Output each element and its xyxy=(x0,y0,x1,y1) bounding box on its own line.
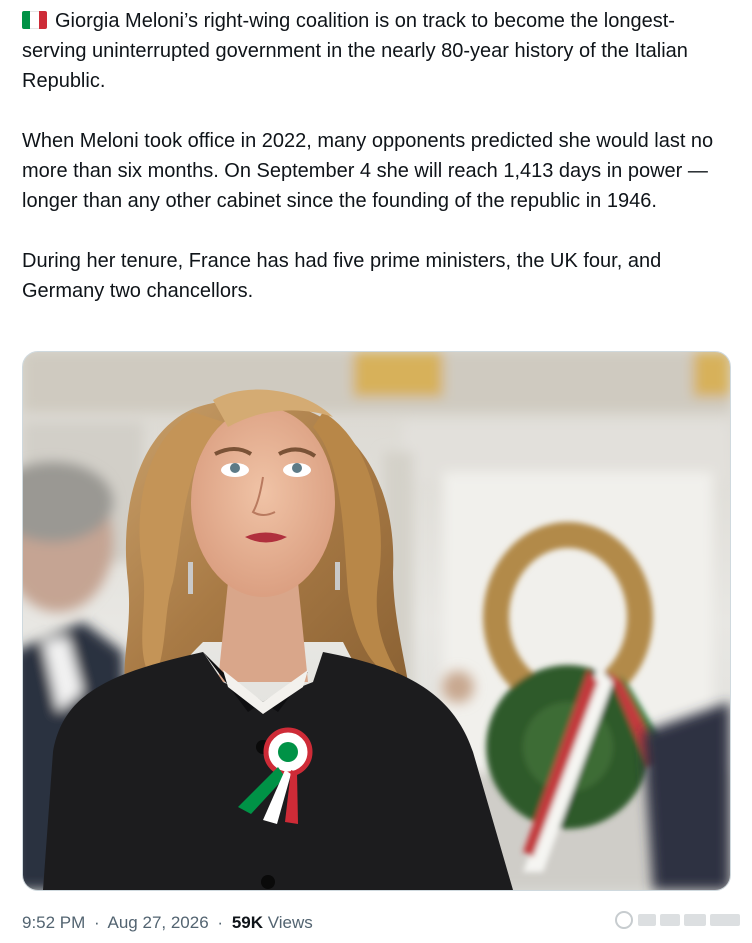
tweet-date[interactable]: Aug 27, 2026 xyxy=(108,913,209,932)
tweet-photo[interactable] xyxy=(22,351,731,891)
photo-illustration xyxy=(23,352,730,890)
tweet-meta: 9:52 PM · Aug 27, 2026 · 59K Views xyxy=(22,910,313,936)
tweet-paragraph-2: When Meloni took office in 2022, many op… xyxy=(22,130,714,212)
views-count: 59K xyxy=(231,913,263,932)
tweet: Giorgia Meloni’s right-wing coalition is… xyxy=(0,0,752,943)
tweet-text: Giorgia Meloni’s right-wing coalition is… xyxy=(22,6,734,306)
italy-flag-icon xyxy=(22,11,47,29)
watermark-logo xyxy=(615,911,740,929)
paragraph-1-text: Giorgia Meloni’s right-wing coalition is… xyxy=(22,10,688,92)
meta-separator: · xyxy=(94,913,100,932)
tweet-paragraph-3: During her tenure, France has had five p… xyxy=(22,250,662,302)
views-label: Views xyxy=(267,913,313,932)
tweet-paragraph-1: Giorgia Meloni’s right-wing coalition is… xyxy=(22,6,734,96)
tweet-time[interactable]: 9:52 PM xyxy=(22,913,85,932)
meta-separator: · xyxy=(217,913,224,932)
